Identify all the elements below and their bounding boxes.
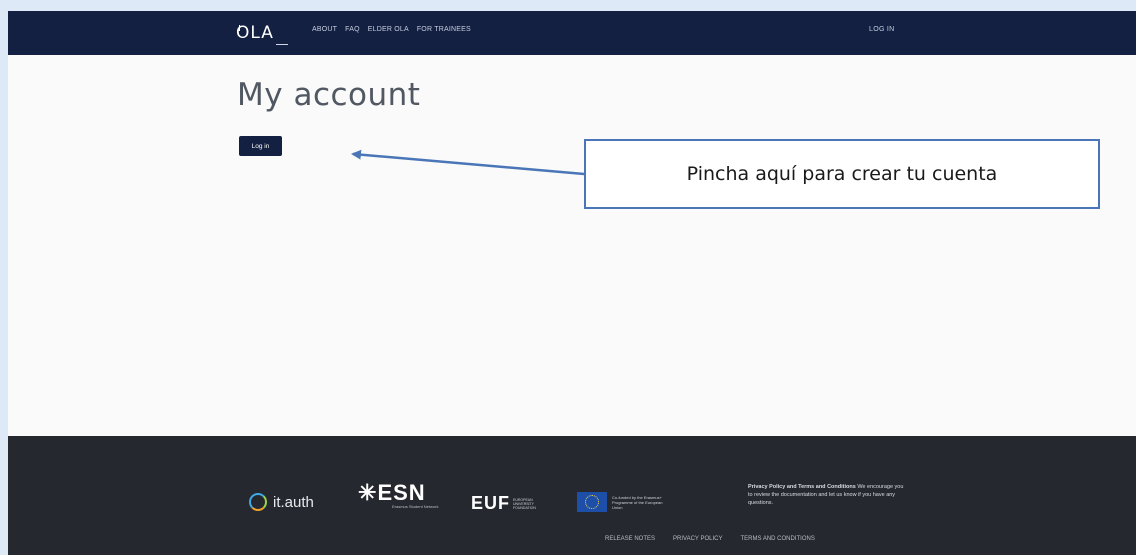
footer-link-release-notes[interactable]: RELEASE NOTES	[605, 536, 655, 542]
euf-logo: EUF EUROPEAN UNIVERSITY FOUNDATION	[471, 493, 543, 514]
itauth-ring-icon	[249, 493, 267, 511]
esn-logo: ✳ESN Erasmus Student Network	[358, 480, 438, 509]
esn-logo-subtitle: Erasmus Student Network	[392, 504, 439, 509]
esn-logo-text: ESN	[377, 480, 426, 505]
eu-erasmus-text: Co-funded by the Erasmus+ Programme of t…	[612, 494, 663, 510]
eu-flag-icon	[577, 492, 607, 512]
privacy-note-title: Privacy Policy and Terms and Conditions	[748, 484, 856, 490]
itauth-logo-text: it.auth	[273, 493, 314, 511]
annotation-callout-box: Pincha aquí para crear tu cuenta	[584, 139, 1100, 209]
footer-links: RELEASE NOTES PRIVACY POLICY TERMS AND C…	[605, 536, 815, 542]
site-footer: it.auth ✳ESN Erasmus Student Network EUF…	[8, 436, 1136, 555]
annotation-callout-text: Pincha aquí para crear tu cuenta	[686, 163, 998, 185]
footer-link-privacy-policy[interactable]: PRIVACY POLICY	[673, 536, 722, 542]
itauth-logo: it.auth	[249, 493, 314, 511]
privacy-note: Privacy Policy and Terms and Conditions …	[748, 483, 908, 507]
browser-page: OLA ABOUT FAQ ELDER OLA FOR TRAINEES LOG…	[8, 11, 1136, 555]
euf-logo-subtitle: EUROPEAN UNIVERSITY FOUNDATION	[513, 497, 536, 510]
footer-link-terms[interactable]: TERMS AND CONDITIONS	[740, 536, 814, 542]
euf-logo-text: EUF	[471, 493, 510, 513]
eu-erasmus-logo: Co-funded by the Erasmus+ Programme of t…	[577, 492, 668, 512]
esn-star-icon: ✳	[358, 480, 378, 505]
